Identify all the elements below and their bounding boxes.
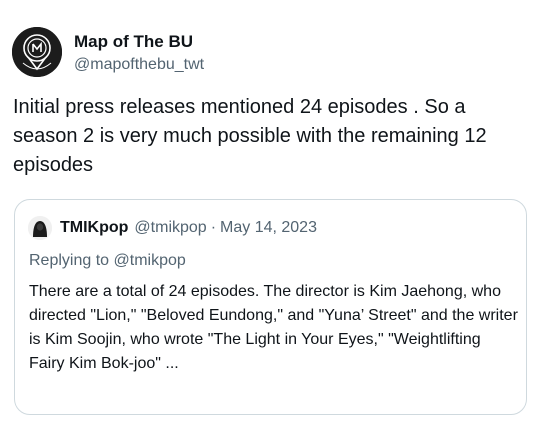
quoted-tweet[interactable]: TMIKpop @tmikpop · May 14, 2023 Replying t… [14, 199, 527, 415]
replying-prefix: Replying to [29, 252, 114, 269]
tweet-header: Map of The BU @mapofthebu_twt [12, 27, 204, 77]
author-display-name[interactable]: Map of The BU [74, 31, 204, 53]
quoted-date[interactable]: May 14, 2023 [220, 219, 317, 236]
quoted-handle[interactable]: @tmikpop [134, 219, 206, 236]
hooded-figure-icon [28, 216, 52, 240]
replying-handle[interactable]: @tmikpop [114, 252, 186, 269]
author-avatar[interactable] [12, 27, 62, 77]
quoted-meta: @tmikpop · May 14, 2023 [134, 219, 321, 237]
tweet-text: Initial press releases mentioned 24 epis… [13, 96, 487, 176]
quoted-avatar [28, 216, 52, 240]
quoted-text: There are a total of 24 episodes. The di… [29, 283, 518, 372]
map-pin-logo-icon [12, 27, 62, 77]
meta-separator: · [210, 219, 217, 236]
author-handle[interactable]: @mapofthebu_twt [74, 54, 204, 76]
quoted-header: TMIKpop @tmikpop · May 14, 2023 [28, 216, 321, 240]
quoted-display-name[interactable]: TMIKpop [60, 219, 128, 237]
replying-to: Replying to @tmikpop [29, 252, 186, 270]
